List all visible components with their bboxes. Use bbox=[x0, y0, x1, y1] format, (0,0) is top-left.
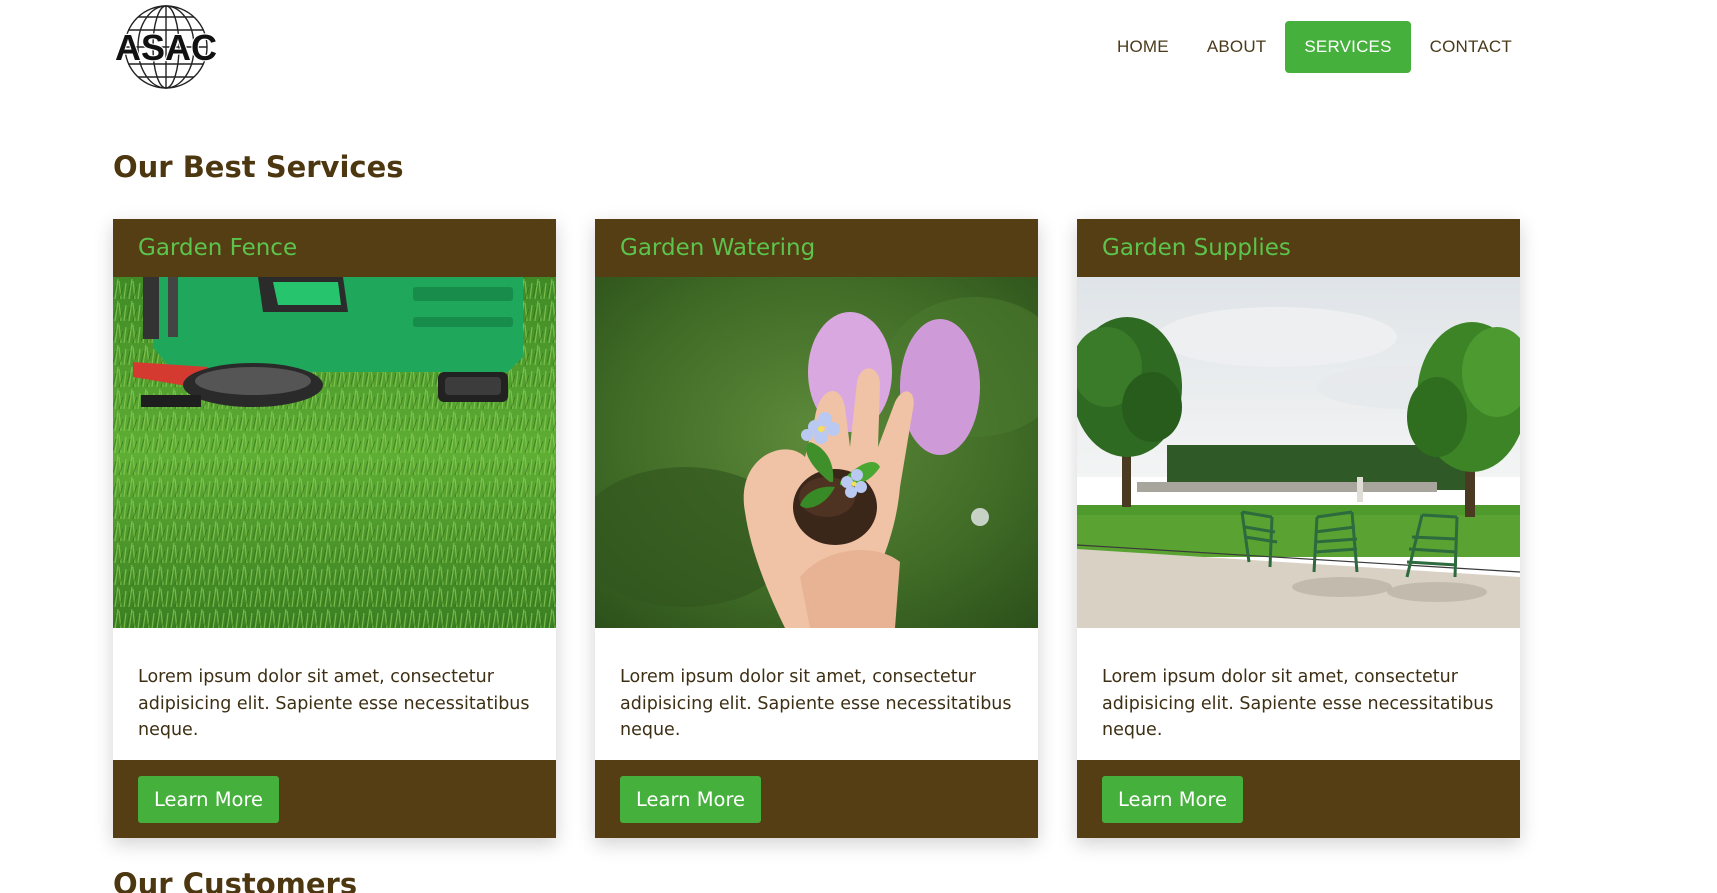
globe-logo-icon: ASAC bbox=[114, 5, 218, 89]
card-description: Lorem ipsum dolor sit amet, consectetur … bbox=[138, 667, 530, 740]
service-card-garden-watering: Garden Watering Lorem ipsum dolor sit am… bbox=[595, 219, 1038, 838]
service-card-garden-supplies: Garden Supplies Lorem ipsum dolor sit am… bbox=[1077, 219, 1520, 838]
card-header: Garden Watering bbox=[595, 219, 1038, 277]
nav-services[interactable]: SERVICES bbox=[1285, 21, 1411, 73]
card-header: Garden Fence bbox=[113, 219, 556, 277]
card-body: Lorem ipsum dolor sit amet, consectetur … bbox=[113, 628, 556, 760]
page: ASAC HOME ABOUT SERVICES CONTACT Our Bes… bbox=[0, 0, 1717, 893]
lawn-mower-image bbox=[113, 277, 556, 628]
customers-section-title: Our Customers bbox=[113, 867, 358, 893]
nav-about[interactable]: ABOUT bbox=[1188, 21, 1286, 73]
card-footer: Learn More bbox=[595, 760, 1038, 838]
park-chairs-image bbox=[1077, 277, 1520, 628]
card-title: Garden Watering bbox=[620, 235, 816, 261]
learn-more-button[interactable]: Learn More bbox=[1102, 775, 1244, 823]
main-nav: HOME ABOUT SERVICES CONTACT bbox=[1098, 21, 1531, 73]
site-header: ASAC HOME ABOUT SERVICES CONTACT bbox=[0, 0, 1717, 100]
card-body: Lorem ipsum dolor sit amet, consectetur … bbox=[1077, 628, 1520, 760]
card-description: Lorem ipsum dolor sit amet, consectetur … bbox=[620, 667, 1012, 740]
card-description: Lorem ipsum dolor sit amet, consectetur … bbox=[1102, 667, 1494, 740]
card-header: Garden Supplies bbox=[1077, 219, 1520, 277]
nav-home[interactable]: HOME bbox=[1098, 21, 1188, 73]
card-footer: Learn More bbox=[1077, 760, 1520, 838]
card-body: Lorem ipsum dolor sit amet, consectetur … bbox=[595, 628, 1038, 760]
card-title: Garden Supplies bbox=[1102, 235, 1291, 261]
services-section-title: Our Best Services bbox=[113, 150, 404, 184]
asac-logo[interactable]: ASAC bbox=[114, 2, 218, 92]
card-title: Garden Fence bbox=[138, 235, 298, 261]
service-card-garden-fence: Garden Fence Lorem ipsum dolor sit amet,… bbox=[113, 219, 556, 838]
learn-more-button[interactable]: Learn More bbox=[620, 775, 762, 823]
nav-contact[interactable]: CONTACT bbox=[1411, 21, 1531, 73]
card-footer: Learn More bbox=[113, 760, 556, 838]
seedling-hands-image bbox=[595, 277, 1038, 628]
logo-text: ASAC bbox=[115, 27, 217, 68]
learn-more-button[interactable]: Learn More bbox=[138, 775, 280, 823]
